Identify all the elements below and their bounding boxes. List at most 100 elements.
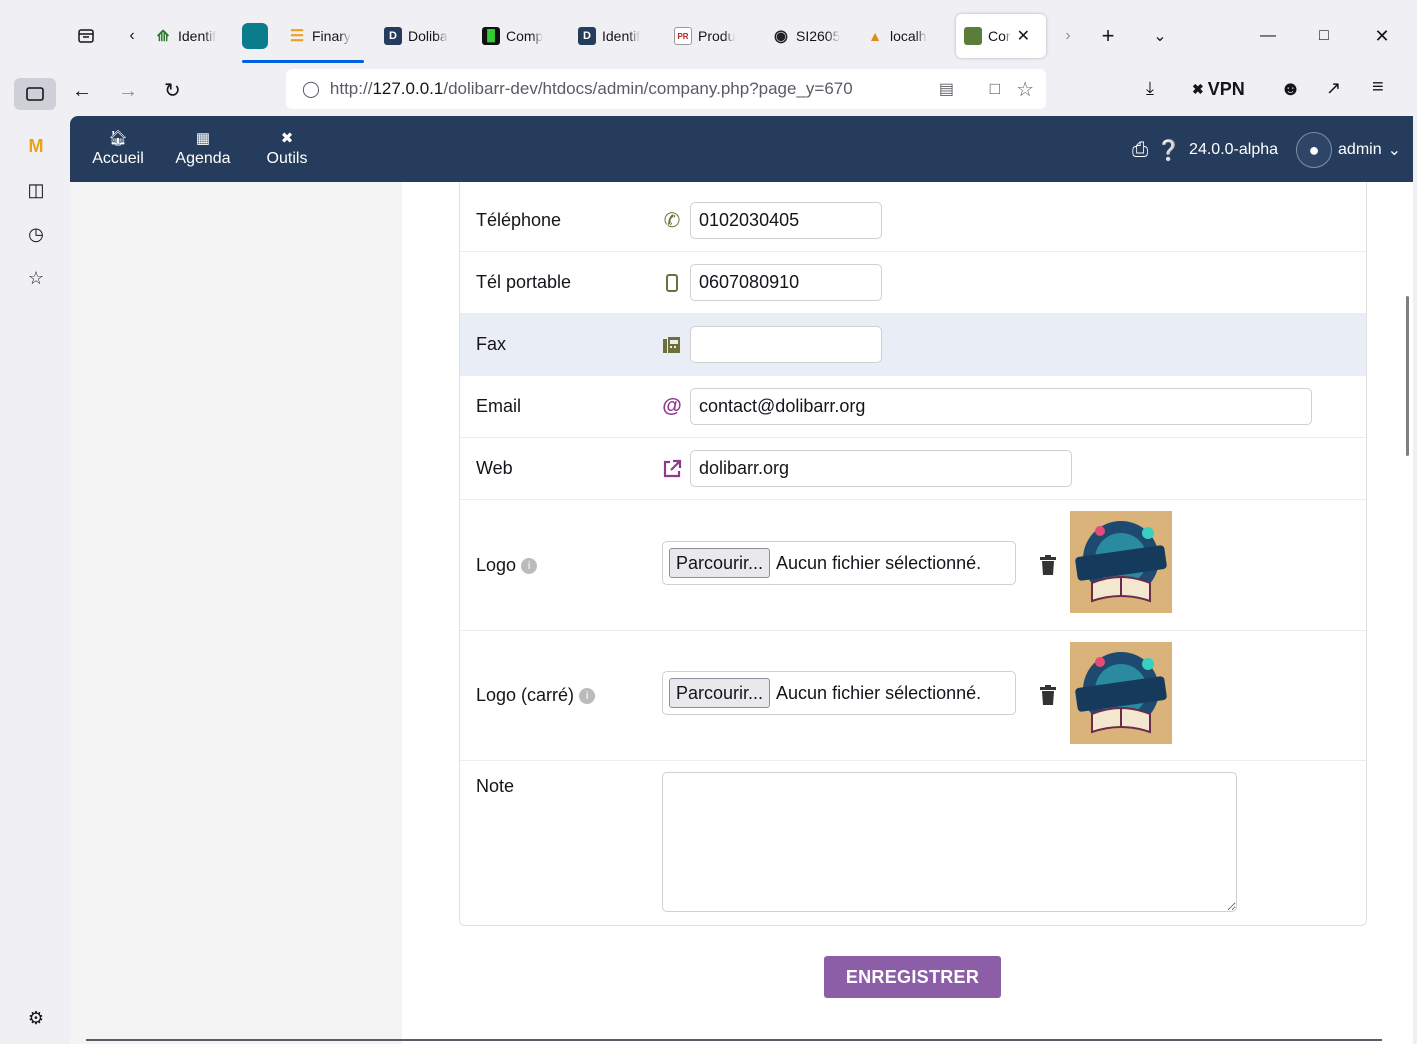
terminal-logo-icon: █ <box>482 27 500 45</box>
web-label: Web <box>476 458 513 478</box>
browser-sidebar: M ◫ ◷ ☆ ⚙ <box>0 116 70 1044</box>
produ-logo-icon: PR <box>674 27 692 45</box>
tab-title: Identif <box>178 28 217 44</box>
logo-file-input[interactable]: Parcourir... Aucun fichier sélectionné. <box>662 541 1016 585</box>
chevron-down-icon: ⌄ <box>1387 142 1401 159</box>
minimize-icon[interactable]: — <box>1256 24 1280 48</box>
browse-button[interactable]: Parcourir... <box>669 548 771 578</box>
company-form: Téléphone ✆ Tél portable Fax Email @ <box>459 182 1367 926</box>
fax-row: Fax <box>460 314 1366 376</box>
mobile-input[interactable] <box>690 264 882 301</box>
history-icon[interactable]: ◷ <box>22 220 50 248</box>
reader-view-icon[interactable]: ▤ <box>939 79 954 99</box>
maximize-icon[interactable]: □ <box>1312 24 1336 48</box>
print-icon[interactable]: ⎙ <box>1132 139 1148 162</box>
synced-tabs-icon[interactable]: ◫ <box>22 176 50 204</box>
extension-logo-icon[interactable]: M <box>22 132 50 160</box>
sidebar-toggle-icon[interactable] <box>14 78 56 110</box>
downloads-icon[interactable]: ⤓ <box>1146 78 1154 99</box>
dolibarr-logo-icon: D <box>384 27 402 45</box>
tab-comp[interactable]: █ Comp <box>482 14 562 58</box>
logo-square-label: Logo (carré) i <box>476 685 596 706</box>
reload-icon[interactable]: ↻ <box>164 78 181 103</box>
tab-si2605[interactable]: ◉ SI2605 <box>772 14 848 58</box>
tab-company-active[interactable]: Cor ✕ <box>956 14 1046 58</box>
save-pocket-icon[interactable]: □ <box>990 79 1000 99</box>
tab-title: Produ <box>698 28 736 44</box>
url-path: /dolibarr-dev/htdocs/admin/company.php?p… <box>443 79 853 98</box>
close-window-icon[interactable]: ✕ <box>1370 24 1394 48</box>
no-file-text: Aucun fichier sélectionné. <box>776 552 982 573</box>
email-label: Email <box>476 396 522 416</box>
phone-label: Téléphone <box>476 210 562 230</box>
scroll-tabs-right-icon[interactable]: › <box>1058 24 1078 48</box>
trash-icon[interactable] <box>1040 555 1056 575</box>
note-label: Note <box>476 776 515 796</box>
tab-finary[interactable]: ☰ Finary <box>288 14 368 58</box>
menu-agenda[interactable]: ▦ Agenda <box>172 128 234 168</box>
account-icon[interactable]: ☻ <box>1280 78 1301 101</box>
tab-title: Finary <box>312 28 351 44</box>
email-input[interactable] <box>690 388 1312 425</box>
scroll-tabs-left-icon[interactable]: ‹ <box>122 24 142 48</box>
settings-gear-icon[interactable]: ⚙ <box>22 1004 50 1032</box>
tab-localhost[interactable]: ▲ localh <box>866 14 946 58</box>
fax-input[interactable] <box>690 326 882 363</box>
external-link-icon[interactable] <box>660 457 684 481</box>
trash-icon[interactable] <box>1040 685 1056 705</box>
phone-input[interactable] <box>690 202 882 239</box>
logo-square-image <box>1070 642 1172 744</box>
shield-icon[interactable]: ◯ <box>302 79 320 99</box>
help-icon[interactable]: ❔ <box>1156 138 1181 163</box>
tab-produ[interactable]: PR Produ <box>674 14 756 58</box>
mobile-row: Tél portable <box>460 252 1366 314</box>
phone-row: Téléphone ✆ <box>460 190 1366 252</box>
tab-identif-1[interactable]: ⟰ Identif <box>154 14 234 58</box>
share-icon[interactable]: ↗ <box>1326 78 1341 99</box>
browse-button[interactable]: Parcourir... <box>669 678 771 708</box>
vpn-button[interactable]: ✖ VPN <box>1192 79 1245 100</box>
close-tab-icon[interactable]: ✕ <box>1017 26 1030 46</box>
menu-outils[interactable]: ✖ Outils <box>264 128 310 168</box>
note-textarea[interactable] <box>662 772 1237 912</box>
new-tab-icon[interactable]: + <box>1096 23 1120 48</box>
list-all-tabs-icon[interactable]: ⌄ <box>1148 24 1172 48</box>
at-sign-icon: @ <box>662 395 682 417</box>
info-icon[interactable]: i <box>579 688 596 705</box>
menu-icon[interactable]: ≡ <box>1372 76 1384 99</box>
page-scrollbar[interactable] <box>1406 296 1409 456</box>
logo-row: Logo i Parcourir... Aucun fichier sélect… <box>460 500 1366 631</box>
url-bar[interactable]: ◯ http://127.0.0.1/dolibarr-dev/htdocs/a… <box>286 69 1046 109</box>
tools-icon: ✖ <box>280 130 294 147</box>
no-file-text: Aucun fichier sélectionné. <box>776 682 982 703</box>
tab-identif-2[interactable]: D Identif <box>578 14 658 58</box>
logo-square-file-input[interactable]: Parcourir... Aucun fichier sélectionné. <box>662 671 1016 715</box>
save-button[interactable]: ENREGISTRER <box>824 956 1001 998</box>
web-input[interactable] <box>690 450 1072 487</box>
tab-dolibarr[interactable]: D Doliba <box>384 14 466 58</box>
logo-label-text: Logo <box>476 554 517 575</box>
tab-title: Cor <box>988 28 1011 44</box>
note-row: Note <box>460 761 1366 925</box>
tab-list-icon[interactable] <box>74 24 98 48</box>
tab-title: Identif <box>602 28 641 44</box>
back-icon[interactable]: ← <box>72 80 92 103</box>
info-icon[interactable]: i <box>521 557 538 574</box>
browser-tab-bar: ‹ ⟰ Identif ☰ Finary D Doliba █ Comp D Identi… <box>0 0 1417 72</box>
tab-title: localh <box>890 28 927 44</box>
mobile-phone-icon <box>660 271 684 295</box>
tab-favicon-icon <box>242 23 268 49</box>
menu-accueil[interactable]: 🏠︎ Accueil <box>90 128 146 189</box>
tab-group-indicator <box>242 60 364 63</box>
bookmark-star-icon[interactable]: ☆ <box>1016 77 1034 102</box>
bookmarks-star-icon[interactable]: ☆ <box>22 264 50 292</box>
left-vertical-menu <box>70 182 402 1044</box>
url-prefix: http:// <box>329 79 373 98</box>
calendar-icon: ▦ <box>195 130 211 147</box>
user-menu[interactable]: ● admin ⌄ <box>1296 132 1401 168</box>
tab-title: Comp <box>506 28 544 44</box>
dolibarr-logo-icon <box>964 27 982 45</box>
tab-untitled[interactable] <box>242 14 276 58</box>
forward-icon[interactable]: → <box>118 80 138 103</box>
vpn-off-icon: ✖ <box>1192 81 1204 97</box>
